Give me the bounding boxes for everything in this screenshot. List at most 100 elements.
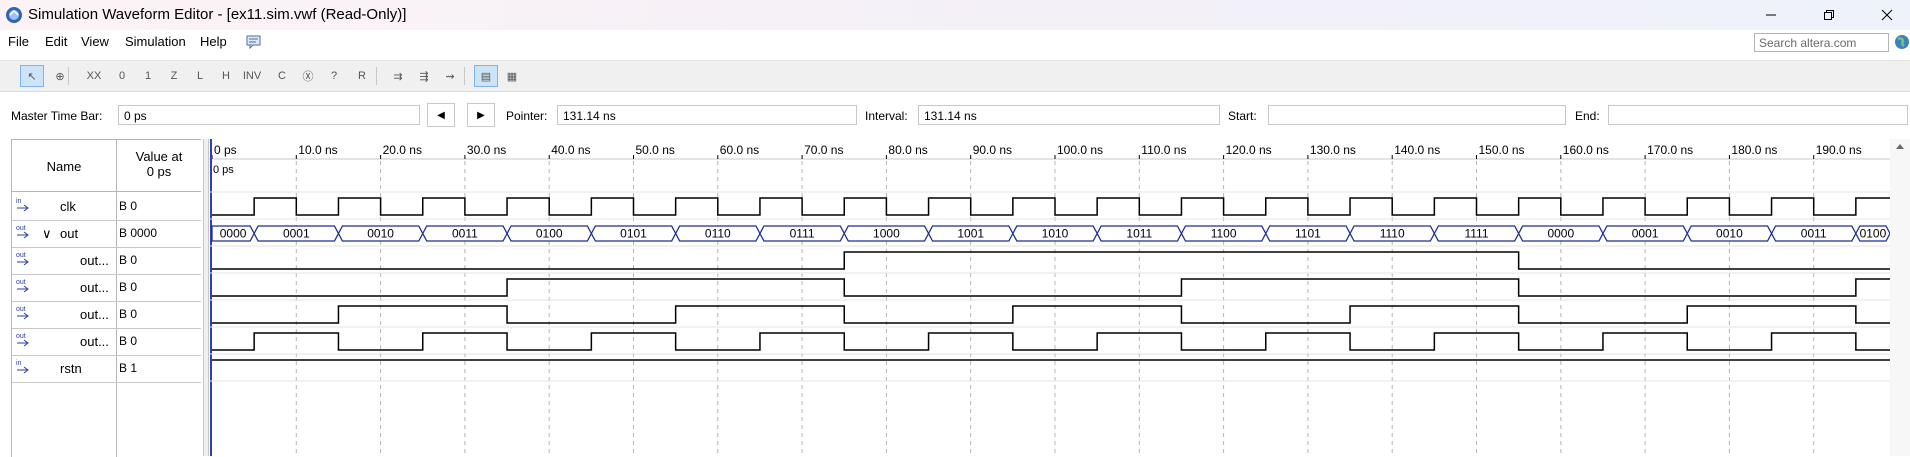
count-value-button[interactable]: C	[270, 65, 294, 87]
signal-row[interactable]: out out... B 0	[12, 274, 201, 302]
menu-bar: File Edit View Simulation Help	[0, 30, 1910, 56]
selection-tool-button[interactable]: ↖	[20, 65, 44, 87]
ruler-tick-label: 100.0 ns	[1057, 143, 1103, 157]
restore-button[interactable]	[1806, 0, 1852, 30]
bit-waveform	[212, 251, 1890, 270]
force-high-impedance-button[interactable]: Z	[162, 65, 186, 87]
force-unknown-button[interactable]: XX	[82, 65, 106, 87]
start-field[interactable]	[1268, 105, 1566, 125]
end-field[interactable]	[1608, 105, 1908, 125]
bit-waveform	[212, 278, 1890, 297]
force-low-button[interactable]: 0	[110, 65, 134, 87]
waveform-view-button[interactable]: ▤	[474, 65, 498, 87]
output-pin-icon: out	[15, 251, 33, 269]
column-header-value[interactable]: Value at 0 ps	[117, 140, 201, 192]
signal-value: B 0000	[119, 226, 158, 240]
bus-value-label: 0100	[1860, 227, 1887, 241]
random-values-button[interactable]: R	[350, 65, 374, 87]
bus-value-label: 1100	[1211, 227, 1237, 241]
force-weak-low-button[interactable]: L	[188, 65, 212, 87]
scroll-up-icon[interactable]	[1890, 139, 1910, 153]
signal-row[interactable]: out out... B 0	[12, 328, 201, 356]
ruler-tick-label: 70.0 ns	[804, 143, 843, 157]
column-header-name[interactable]: Name	[12, 140, 116, 192]
search-input[interactable]: Search altera.com	[1754, 33, 1889, 52]
window-title: Simulation Waveform Editor - [ex11.sim.v…	[28, 6, 407, 23]
force-high-impedance-icon: Z	[170, 70, 178, 82]
input-pin-icon: in	[15, 359, 33, 377]
master-time-bar-label: Master Time Bar:	[11, 109, 103, 123]
svg-text:out: out	[16, 252, 26, 259]
ruler-tick-label: 60.0 ns	[720, 143, 759, 157]
bus-value-label: 0111	[790, 227, 815, 241]
dont-care-button[interactable]: ?	[322, 65, 346, 87]
vertical-scrollbar[interactable]	[1890, 139, 1910, 456]
expand-chevron-icon[interactable]: ∨	[42, 226, 52, 242]
signal-name: out...	[80, 334, 109, 349]
bus-value-label: 1010	[1042, 227, 1069, 241]
next-transition-button[interactable]: ▶	[467, 103, 495, 127]
force-weak-high-button[interactable]: H	[214, 65, 238, 87]
run-timing-sim-button[interactable]: ⇝	[438, 65, 462, 87]
output-pin-icon: out	[15, 305, 33, 323]
signal-row[interactable]: out out... B 0	[12, 247, 201, 275]
signal-row[interactable]: out out... B 0	[12, 301, 201, 329]
zoom-tool-icon: ⊕	[55, 70, 65, 83]
ruler-tick-label: 90.0 ns	[973, 143, 1012, 157]
snap-to-grid-button[interactable]: ⇉	[386, 65, 410, 87]
ruler-tick-label: 160.0 ns	[1563, 143, 1609, 157]
end-label: End:	[1575, 109, 1600, 123]
signal-name: out	[60, 226, 79, 241]
ruler-tick-label: 30.0 ns	[467, 143, 506, 157]
globe-icon[interactable]	[1894, 34, 1910, 50]
master-time-bar-field[interactable]: 0 ps	[118, 105, 420, 125]
waveform-area[interactable]: 0 ps 10.0 ns 20.0 ns 30.0 ns 40.0 ns 50.0 ns 6…	[209, 139, 1890, 456]
svg-text:out: out	[16, 333, 26, 340]
overwrite-clock-button[interactable]: Ⓧ	[296, 65, 320, 87]
dont-care-icon: ?	[330, 70, 338, 82]
force-high-button[interactable]: 1	[136, 65, 160, 87]
bus-value-label: 0100	[536, 227, 563, 241]
menu-edit[interactable]: Edit	[45, 34, 67, 49]
bus-value-label: 0001	[1632, 227, 1659, 241]
signal-value: B 1	[119, 361, 138, 375]
run-functional-sim-button[interactable]: ⇶	[412, 65, 436, 87]
ruler-tick-label: 180.0 ns	[1731, 143, 1777, 157]
signal-value: B 0	[119, 253, 138, 267]
ruler-tick-label: 170.0 ns	[1647, 143, 1693, 157]
svg-text:out: out	[16, 225, 26, 232]
output-pin-icon: out	[15, 224, 33, 242]
ruler-tick-label: 40.0 ns	[551, 143, 590, 157]
bus-value-label: 0010	[1716, 227, 1743, 241]
signal-row[interactable]: out ∨ out B 0000	[12, 220, 201, 248]
force-unknown-icon: XX	[86, 70, 102, 82]
ruler-tick-label: 150.0 ns	[1479, 143, 1525, 157]
arrow-left-icon: ◀	[437, 109, 445, 121]
minimize-button[interactable]	[1748, 0, 1794, 30]
menu-simulation[interactable]: Simulation	[125, 34, 186, 49]
signal-row[interactable]: in clk B 0	[12, 193, 201, 221]
interval-label: Interval:	[865, 109, 908, 123]
ruler-tick-label: 0 ps	[214, 143, 237, 157]
close-button[interactable]	[1864, 0, 1910, 30]
toolbar: ↖ ⊕ XX 0 1 Z L H INV C Ⓧ? R ⇉ ⇶ ⇝ ▤ ▦	[0, 60, 1910, 92]
feedback-icon[interactable]	[246, 34, 262, 50]
bus-value-label: 1111	[1464, 227, 1488, 241]
ruler-tick-label: 130.0 ns	[1310, 143, 1356, 157]
interval-field: 131.14 ns	[918, 105, 1220, 125]
ruler-tick-label: 120.0 ns	[1226, 143, 1272, 157]
bus-value-label: 1011	[1126, 227, 1152, 241]
menu-help[interactable]: Help	[200, 34, 227, 49]
signal-list: Name Value at 0 ps in clk B 0 out ∨ out B 0000…	[11, 139, 201, 457]
invert-button[interactable]: INV	[240, 65, 264, 87]
menu-view[interactable]: View	[81, 34, 109, 49]
ruler-tick-label: 110.0 ns	[1141, 143, 1186, 157]
previous-transition-button[interactable]: ◀	[427, 103, 455, 127]
signal-name: clk	[60, 199, 76, 214]
svg-text:out: out	[16, 279, 26, 286]
signal-row[interactable]: in rstn B 1	[12, 355, 201, 383]
grid-view-button[interactable]: ▦	[500, 65, 524, 87]
bus-value-label: 0101	[620, 227, 647, 241]
bus-value-label: 1001	[957, 227, 984, 241]
menu-file[interactable]: File	[8, 34, 29, 49]
